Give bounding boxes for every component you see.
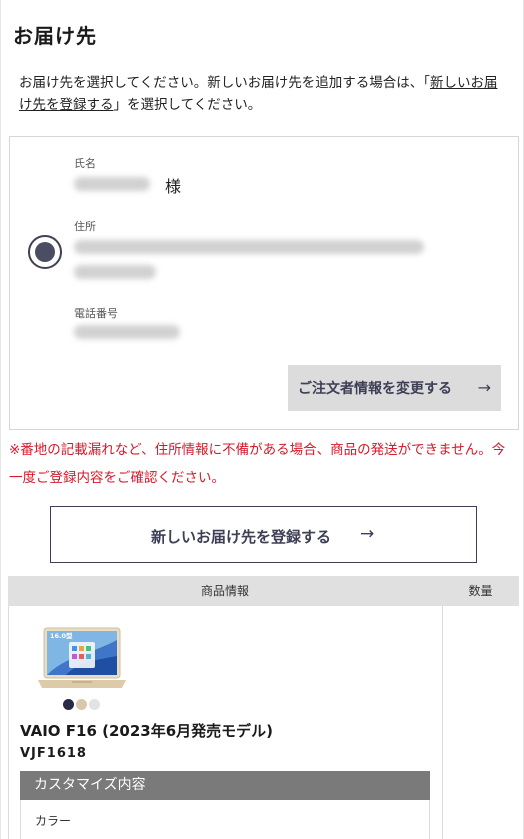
address-value-redacted-line1	[74, 240, 424, 254]
product-image-laptop: 16.0型	[38, 627, 126, 688]
name-value-redacted	[74, 177, 150, 191]
address-value-redacted-line2	[74, 265, 156, 279]
product-name: VAIO F16 (2023年6月発売モデル)	[20, 722, 273, 740]
customize-color-label: カラー	[35, 814, 72, 828]
product-table-header: 商品情報 数量	[8, 576, 519, 606]
radio-dot	[35, 242, 55, 262]
column-divider	[442, 606, 443, 839]
address-radio-selected[interactable]	[28, 235, 62, 269]
register-new-address-button[interactable]: 新しいお届け先を登録する →	[50, 506, 477, 563]
phone-value-redacted	[74, 325, 180, 339]
customize-header: カスタマイズ内容	[20, 771, 430, 800]
address-warning: ※番地の記載漏れなど、住所情報に不備がある場合、商品の発送ができません。今一度ご…	[9, 442, 506, 486]
screen-size-badge: 16.0型	[50, 631, 73, 640]
color-swatch-beige[interactable]	[76, 699, 87, 710]
intro-text-before: お届け先を選択してください。新しいお届け先を追加する場合は、「	[19, 75, 430, 91]
arrow-right-icon: →	[477, 378, 491, 397]
change-orderer-info-label: ご注文者情報を変更する	[298, 381, 452, 397]
customize-row-color: カラー	[20, 800, 430, 839]
register-new-address-label: 新しいお届け先を登録する	[151, 528, 332, 546]
color-swatches	[63, 695, 102, 710]
name-label: 氏名	[74, 157, 96, 170]
address-card[interactable]: 氏名 様 住所 電話番号 ご注文者情報を変更する →	[9, 136, 519, 430]
change-orderer-info-button[interactable]: ご注文者情報を変更する →	[288, 365, 501, 411]
honorific: 様	[165, 177, 182, 196]
intro-text-after: 」を選択してください。	[113, 97, 262, 113]
arrow-right-icon: →	[360, 524, 375, 544]
header-product-info: 商品情報	[200, 584, 249, 598]
page-title: お届け先	[13, 24, 97, 48]
page-frame: お届け先 お届け先を選択してください。新しいお届け先を追加する場合は、「新しいお…	[0, 0, 524, 839]
color-swatch-navy[interactable]	[63, 699, 74, 710]
phone-label: 電話番号	[74, 307, 118, 320]
color-swatch-silver[interactable]	[89, 699, 100, 710]
address-label: 住所	[74, 220, 96, 233]
product-code: VJF1618	[20, 746, 87, 761]
intro-text: お届け先を選択してください。新しいお届け先を追加する場合は、「新しいお届け先を登…	[19, 72, 509, 116]
product-table-row: 16.0型 VAIO F16 (2023年6月発売モデル) VJF1618 カス…	[8, 606, 519, 839]
header-quantity: 数量	[468, 584, 493, 598]
